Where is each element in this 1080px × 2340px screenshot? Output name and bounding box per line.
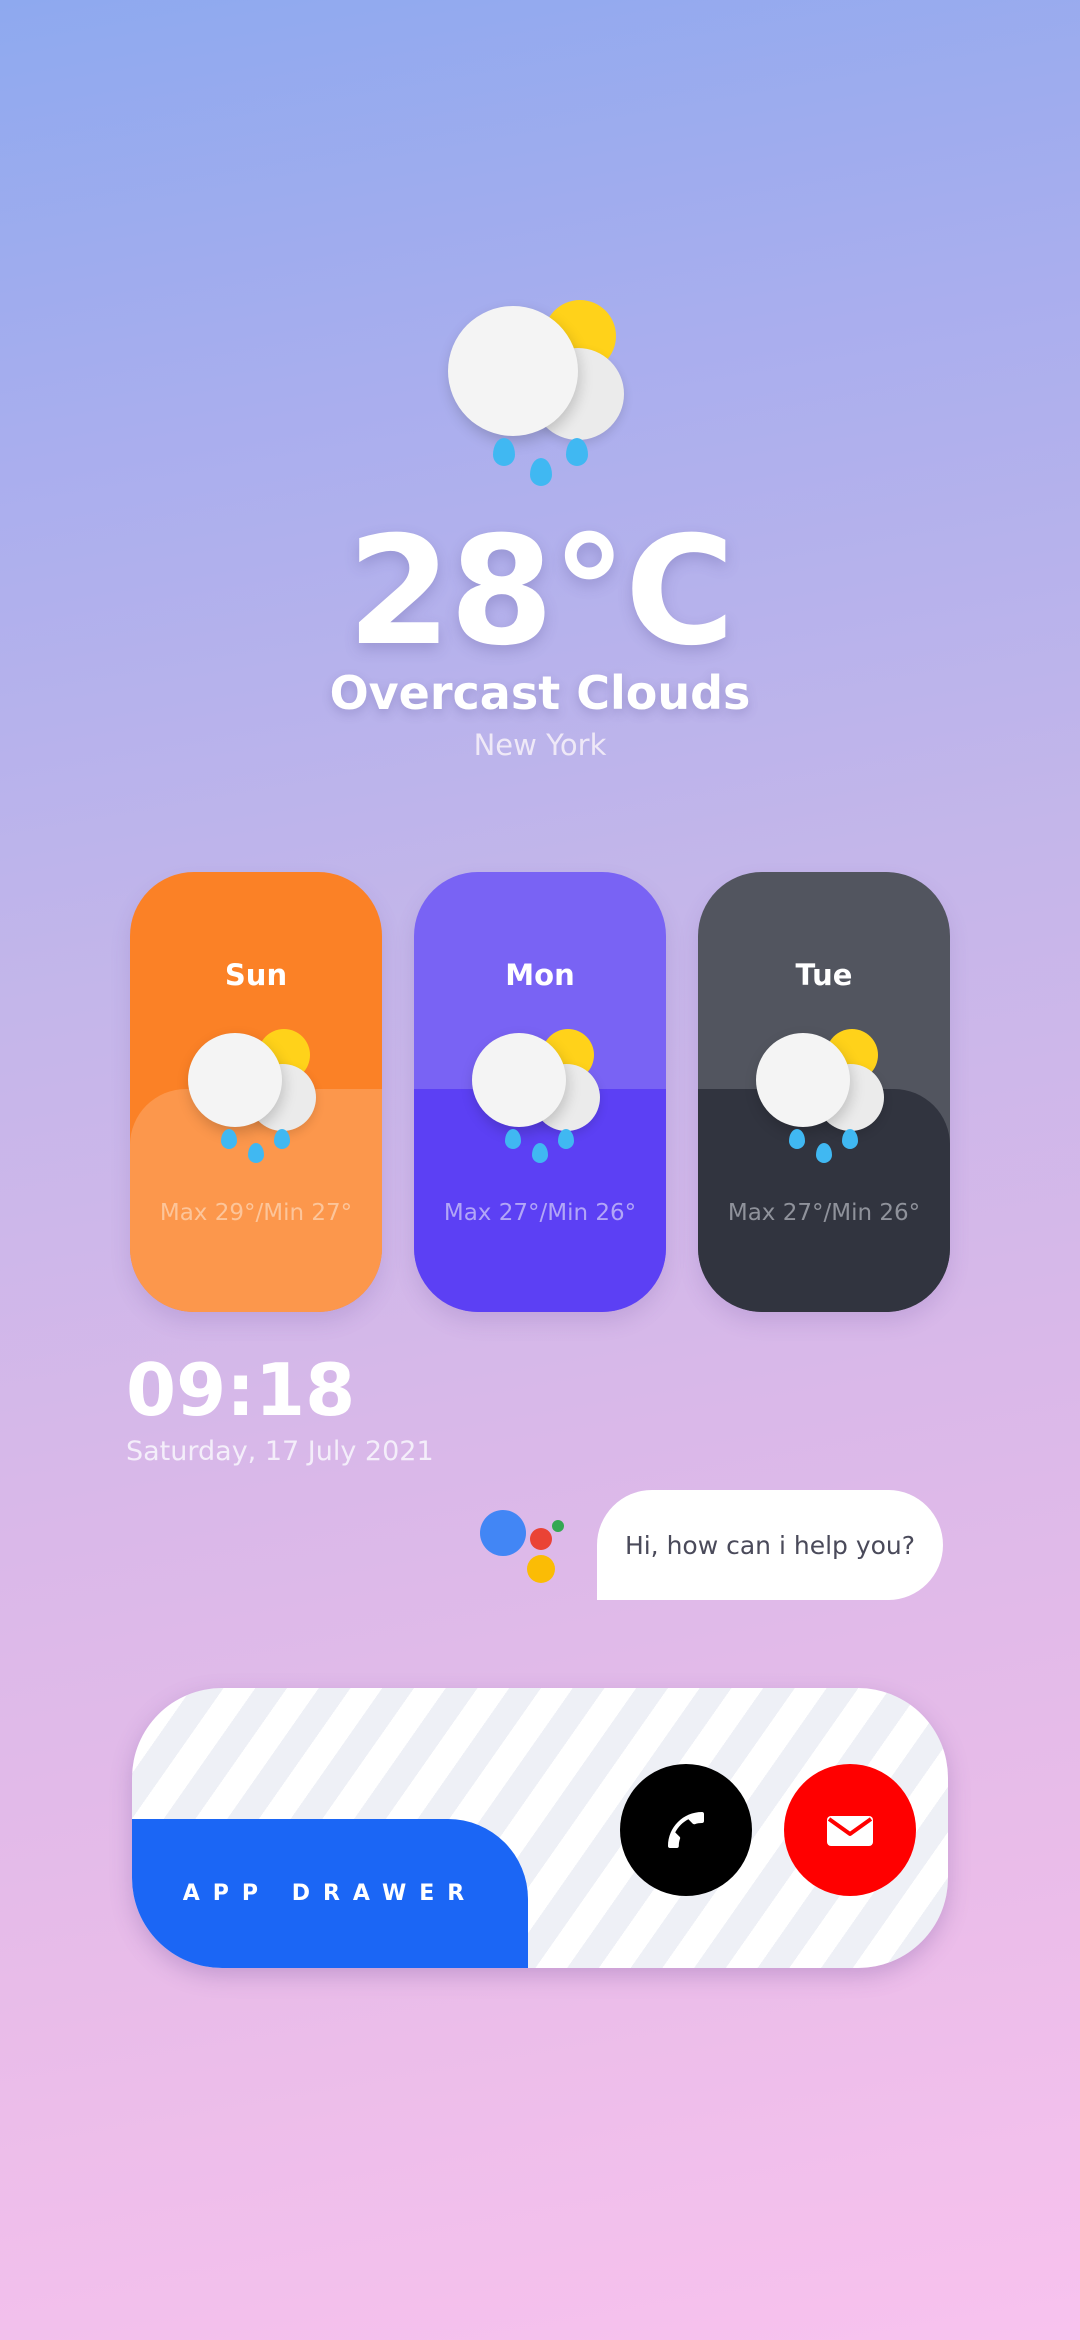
dock: APP DRAWER	[132, 1688, 948, 1968]
rain-cloud-sun-icon	[188, 1027, 323, 1167]
forecast-card-tue[interactable]: Tue Max 27°/Min 26°	[698, 872, 950, 1312]
mail-button[interactable]	[784, 1764, 916, 1896]
phone-button[interactable]	[620, 1764, 752, 1896]
assistant-prompt-bubble[interactable]: Hi, how can i help you?	[597, 1490, 943, 1600]
forecast-range: Max 27°/Min 26°	[727, 1200, 921, 1226]
phone-icon	[668, 1812, 704, 1848]
rain-cloud-sun-icon	[472, 1027, 607, 1167]
assistant-prompt-text: Hi, how can i help you?	[624, 1530, 916, 1560]
city-name: New York	[473, 728, 607, 762]
forecast-card-mon[interactable]: Mon Max 27°/Min 26°	[414, 872, 666, 1312]
weather-icon	[448, 298, 633, 488]
google-assistant-icon[interactable]	[478, 1506, 566, 1588]
app-drawer-label: APP DRAWER	[182, 1881, 478, 1906]
forecast-day: Sun	[224, 958, 288, 992]
weather-condition: Overcast Clouds	[329, 666, 751, 720]
forecast-day: Tue	[795, 958, 853, 992]
app-drawer-button[interactable]: APP DRAWER	[132, 1819, 528, 1968]
clock-date[interactable]: Saturday, 17 July 2021	[126, 1436, 434, 1467]
forecast-range: Max 29°/Min 27°	[159, 1200, 353, 1226]
mail-icon	[827, 1816, 873, 1846]
clock-time[interactable]: 09:18	[126, 1348, 355, 1432]
forecast-card-sun[interactable]: Sun Max 29°/Min 27°	[130, 872, 382, 1312]
forecast-range: Max 27°/Min 26°	[443, 1200, 637, 1226]
rain-cloud-sun-icon	[756, 1027, 891, 1167]
current-temperature: 28°C	[347, 505, 735, 679]
forecast-day: Mon	[505, 958, 575, 992]
